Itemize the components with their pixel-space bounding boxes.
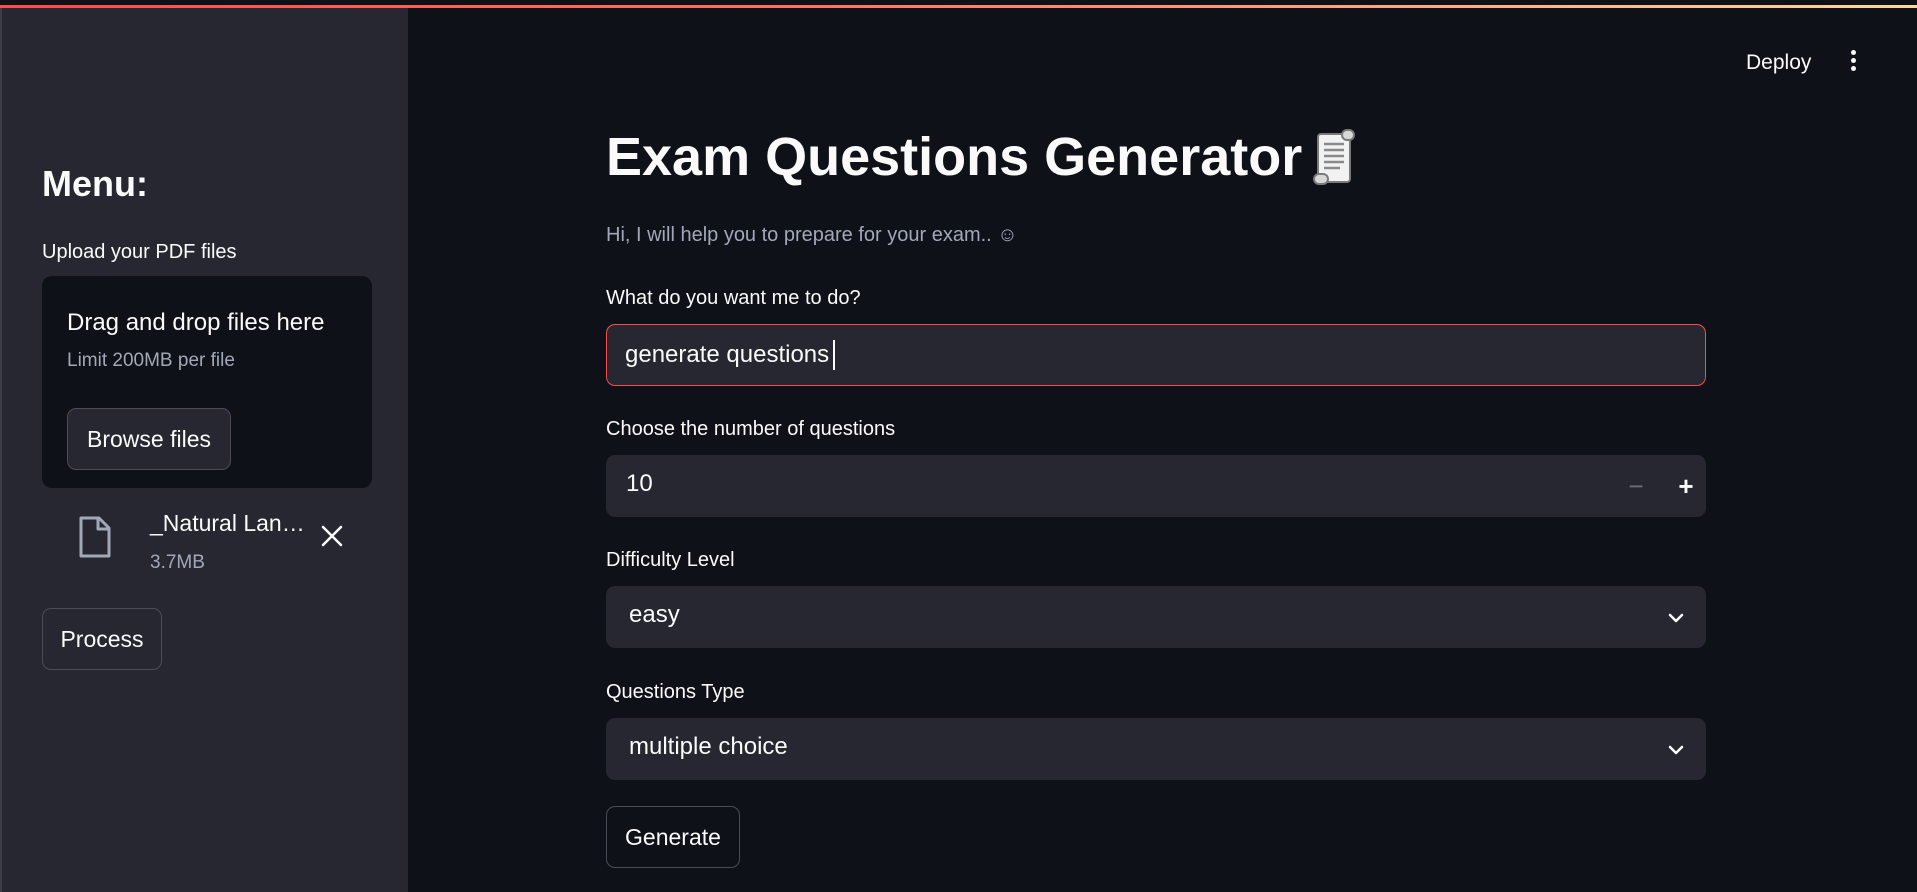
uploaded-file-item: _Natural Lan… 3.7MB	[77, 508, 377, 578]
text-caret	[833, 340, 836, 370]
task-input-value: generate questions	[625, 341, 830, 368]
dropzone-limit: Limit 200MB per file	[67, 350, 235, 371]
file-name: _Natural Lan…	[150, 510, 305, 536]
process-button[interactable]: Process	[42, 608, 162, 670]
more-options-icon[interactable]	[1844, 48, 1862, 78]
browse-files-button[interactable]: Browse files	[67, 408, 231, 470]
difficulty-value: easy	[629, 601, 680, 628]
questions-type-label: Questions Type	[606, 681, 745, 703]
scroll-icon	[1313, 129, 1356, 185]
generate-button[interactable]: Generate	[606, 806, 740, 868]
chevron-down-icon	[1668, 745, 1684, 755]
sidebar-title: Menu:	[42, 163, 148, 204]
num-questions-label: Choose the number of questions	[606, 418, 896, 440]
decrement-button[interactable]: −	[1618, 467, 1654, 505]
top-decoration	[0, 0, 1917, 8]
deploy-button[interactable]: Deploy	[1746, 51, 1811, 75]
subtitle: Hi, I will help you to prepare for your …	[606, 224, 1018, 246]
upload-label: Upload your PDF files	[42, 241, 237, 263]
sidebar: Menu: Upload your PDF files Drag and dro…	[0, 8, 408, 892]
chevron-down-icon	[1668, 613, 1684, 623]
task-input[interactable]: generate questions	[606, 324, 1706, 386]
task-label: What do you want me to do?	[606, 287, 861, 309]
file-dropzone[interactable]: Drag and drop files here Limit 200MB per…	[42, 276, 372, 488]
num-questions-value[interactable]: 10	[626, 470, 653, 498]
page-title-row: Exam Questions Generator	[606, 126, 1358, 188]
increment-button[interactable]: +	[1668, 467, 1704, 505]
close-icon[interactable]	[320, 524, 344, 548]
page-title: Exam Questions Generator	[606, 127, 1303, 187]
main-content: Exam Questions Generator Hi, I will help…	[606, 8, 1706, 892]
difficulty-select[interactable]: easy	[606, 586, 1706, 648]
file-size: 3.7MB	[150, 552, 205, 573]
num-questions-input[interactable]: 10 − +	[606, 455, 1706, 517]
file-icon	[79, 516, 111, 558]
dropzone-title: Drag and drop files here	[67, 309, 325, 336]
questions-type-value: multiple choice	[629, 733, 788, 760]
app: Menu: Upload your PDF files Drag and dro…	[0, 8, 1917, 892]
questions-type-select[interactable]: multiple choice	[606, 718, 1706, 780]
difficulty-label: Difficulty Level	[606, 549, 735, 571]
